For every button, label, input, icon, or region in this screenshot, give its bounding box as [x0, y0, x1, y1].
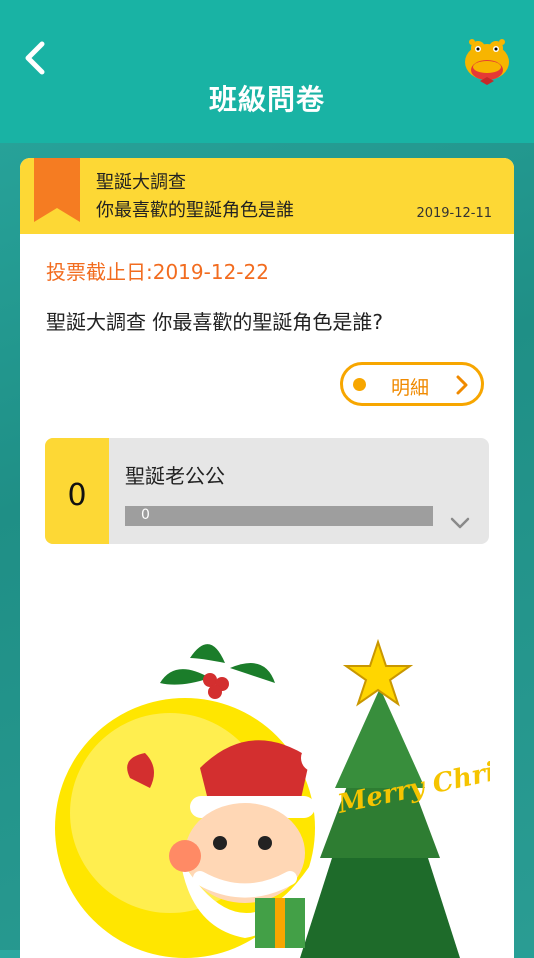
app-header: 班級問卷: [0, 0, 534, 143]
details-button-label: 明細: [391, 377, 430, 399]
survey-date: 2019-12-11: [416, 206, 492, 221]
survey-subtitle: 你最喜歡的聖誕角色是誰: [96, 200, 294, 221]
holly-icon: [160, 644, 275, 699]
vote-progress-bar: 0: [125, 506, 433, 526]
hippo-mascot-icon[interactable]: [460, 34, 514, 86]
survey-card-header: 聖誕大調查 你最喜歡的聖誕角色是誰 2019-12-11: [20, 158, 514, 234]
survey-card: 聖誕大調查 你最喜歡的聖誕角色是誰 2019-12-11 投票截止日:2019-…: [20, 158, 514, 958]
chevron-right-icon: [456, 375, 468, 395]
back-button[interactable]: [18, 38, 58, 78]
details-button[interactable]: 明細: [340, 362, 484, 406]
bookmark-icon: [34, 158, 80, 222]
christmas-illustration: Merry Christmas!: [55, 638, 490, 958]
dot-icon: [353, 378, 366, 391]
option-label: 聖誕老公公: [125, 464, 225, 488]
vote-deadline: 投票截止日:2019-12-22: [46, 260, 269, 284]
survey-question: 聖誕大調查 你最喜歡的聖誕角色是誰?: [46, 310, 383, 334]
vote-count-box: 0: [45, 438, 109, 544]
vote-count: 0: [67, 478, 87, 513]
vote-progress-value: 0: [141, 507, 150, 523]
vote-option[interactable]: 0 聖誕老公公 0: [45, 438, 489, 544]
survey-title: 聖誕大調查: [96, 172, 186, 193]
page-title: 班級問卷: [208, 83, 325, 116]
chevron-left-icon: [25, 41, 45, 75]
chevron-down-icon[interactable]: [449, 516, 471, 530]
